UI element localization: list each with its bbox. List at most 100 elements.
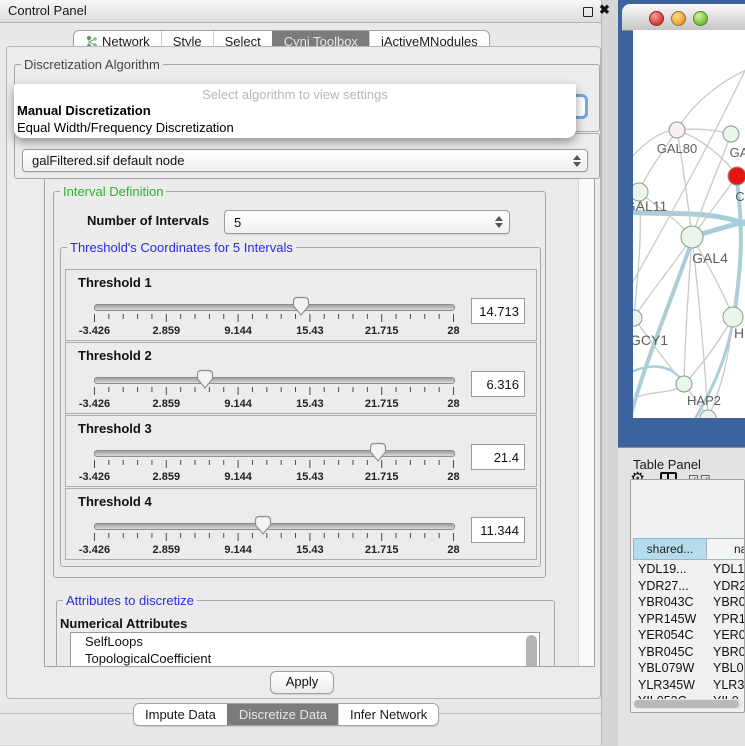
interval-definition-group: Interval Definition Number of Intervals … [53,191,546,578]
threshold-slider-thumb[interactable] [292,296,310,318]
threshold-slider-track[interactable] [94,450,455,457]
cell-name: YDR2 [713,579,745,593]
tab-discretize-data[interactable]: Discretize Data [227,704,338,725]
threshold-slider-track[interactable] [94,523,455,530]
network-node-partial-node[interactable] [700,410,716,418]
threshold-label: Threshold 2 [78,348,152,363]
numerical-attributes-list[interactable]: SelfLoopsTopologicalCoefficientBetweenne… [70,632,540,667]
algorithm-option-equal-width-frequency[interactable]: Equal Width/Frequency Discretization [17,120,234,135]
network-node-gal80[interactable] [669,122,685,138]
svg-text:-3.426: -3.426 [79,398,110,410]
threshold-value-field[interactable]: 11.344 [471,517,525,543]
table-row[interactable]: YER054CYER0 [631,628,745,645]
attribute-list-item[interactable]: SelfLoops [71,633,539,650]
threshold-value-field[interactable]: 21.4 [471,444,525,470]
attributes-scrollbar[interactable] [526,635,537,667]
table-row[interactable]: YBL079WYBL0 [631,661,745,678]
algorithm-dropdown-popup: Select algorithm to view settings Manual… [14,84,576,138]
apply-button[interactable]: Apply [270,671,334,694]
number-of-intervals-label: Number of Intervals [87,213,209,228]
column-header-name[interactable]: na [707,538,745,560]
attribute-list-item[interactable]: TopologicalCoefficient [71,650,539,667]
cell-shared-name: YDR27... [638,579,689,593]
table-data-combobox-value: galFiltered.sif default node [23,153,570,168]
network-view-window: GAL80GACGAL11GAL4GCY1HHAP2 [618,0,745,447]
cell-shared-name: YER054C [638,628,694,642]
svg-text:-3.426: -3.426 [79,325,110,337]
column-header-shared-name[interactable]: shared... [633,538,707,560]
svg-text:9.144: 9.144 [224,544,252,556]
interval-definition-group-label: Interval Definition [60,184,166,199]
table-row[interactable]: YDL19...YDL1 [631,562,745,579]
svg-text:21.715: 21.715 [365,325,399,337]
svg-text:28: 28 [447,471,459,483]
threshold-slider-track[interactable] [94,304,455,311]
network-node-label: H [734,325,744,341]
network-node-h[interactable] [723,307,743,327]
table-row[interactable]: YLR345WYLR3 [631,678,745,695]
app-root: { "window": {"title": "Control Panel"}, … [0,0,745,745]
svg-text:15.43: 15.43 [296,544,324,556]
number-of-intervals-value: 5 [225,215,492,230]
tab-infer-network[interactable]: Infer Network [338,704,438,725]
close-traffic-light-icon[interactable] [649,11,664,26]
cyni-mode-tab-bar: Impute Data Discretize Data Infer Network [133,703,439,726]
threshold-2-row: Threshold 2-3.4262.8599.14415.4321.71528… [65,342,537,414]
svg-text:2.859: 2.859 [153,325,181,337]
svg-text:15.43: 15.43 [296,471,324,483]
number-of-intervals-combobox[interactable]: 5 [224,210,510,234]
table-row[interactable]: YPR145WYPR1 [631,612,745,629]
network-node-label: GA [730,145,745,160]
svg-text:9.144: 9.144 [224,325,252,337]
network-node-ga[interactable] [723,126,739,142]
threshold-value-field[interactable]: 14.713 [471,298,525,324]
threshold-label: Threshold 3 [78,421,152,436]
cell-shared-name: YBL079W [638,661,694,675]
network-window-titlebar [622,4,745,31]
close-icon[interactable]: ✖ [599,2,610,18]
svg-text:28: 28 [447,544,459,556]
zoom-traffic-light-icon[interactable] [693,11,708,26]
table-row[interactable]: YBR045CYBR0 [631,645,745,662]
svg-text:-3.426: -3.426 [79,544,110,556]
control-panel-titlebar: Control Panel ✖ [0,0,601,23]
network-canvas[interactable]: GAL80GACGAL11GAL4GCY1HHAP2 [633,30,745,418]
settings-scrollbar-track[interactable] [578,179,595,666]
minimize-traffic-light-icon[interactable] [671,11,686,26]
tab-impute-data[interactable]: Impute Data [134,704,227,725]
network-node-gcy1[interactable] [633,310,642,326]
table-row[interactable]: YBR043CYBR0 [631,595,745,612]
threshold-1-row: Threshold 1-3.4262.8599.14415.4321.71528… [65,269,537,341]
node-table: shared... na YDL19...YDL1YDR27... YDR2 YBR… [630,479,745,713]
table-data-combobox[interactable]: galFiltered.sif default node [22,149,588,172]
network-node-label: GAL4 [692,250,728,266]
threshold-slider-track[interactable] [94,377,455,384]
thresholds-group: Threshold's Coordinates for 5 Intervals … [60,247,541,567]
svg-text:21.715: 21.715 [365,471,399,483]
float-window-icon[interactable] [583,7,593,17]
numerical-attributes-label: Numerical Attributes [60,616,187,631]
cell-shared-name: YLR345W [638,678,695,692]
threshold-slider-thumb[interactable] [369,442,387,464]
network-node-gal4[interactable] [681,226,703,248]
network-node-label: GAL80 [657,141,697,156]
table-row[interactable]: YDR27... YDR2 [631,579,745,596]
table-hscrollbar-track[interactable] [633,699,743,709]
svg-text:21.715: 21.715 [365,544,399,556]
threshold-slider-thumb[interactable] [196,369,214,391]
svg-text:15.43: 15.43 [296,325,324,337]
network-node-label: C [735,189,744,204]
network-node-hap2[interactable] [676,376,692,392]
tab-label: Impute Data [145,707,216,722]
algorithm-option-manual-discretization[interactable]: Manual Discretization [17,103,151,118]
table-hscrollbar-thumb[interactable] [634,700,739,708]
table-panel-section: Table Panel ⚙ ☑☑ shared... na YDL19...YD… [618,447,745,746]
threshold-value-field[interactable]: 6.316 [471,371,525,397]
control-panel-title: Control Panel [8,3,87,18]
network-node-red-node[interactable] [728,167,745,185]
tab-label: Infer Network [350,707,427,722]
control-panel-window: Control Panel ✖ NetworkStyleSelectCyni T… [0,0,602,745]
svg-text:21.715: 21.715 [365,398,399,410]
threshold-slider-thumb[interactable] [254,515,272,537]
network-node-label: HAP2 [687,393,721,408]
